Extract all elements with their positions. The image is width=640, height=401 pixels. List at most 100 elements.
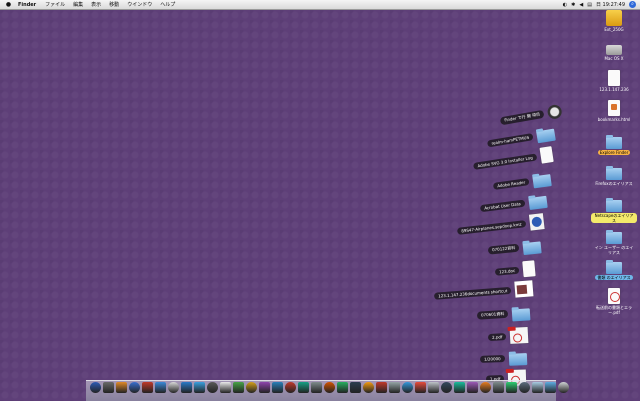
dock-items bbox=[90, 382, 569, 393]
stack-item-label: 89S47-Airplanes.sepdoop.kmz bbox=[457, 219, 527, 235]
dock-app-icon[interactable] bbox=[90, 382, 101, 393]
stack-item-label: 123.doc bbox=[494, 266, 520, 276]
input-menu-icon[interactable]: ▤ bbox=[587, 2, 592, 8]
spotlight-icon[interactable]: ⌕ bbox=[629, 1, 636, 8]
stack-item-label: realm-hamPETMUS bbox=[486, 132, 534, 147]
dock-app-icon[interactable] bbox=[545, 382, 556, 393]
desktop-item-label: Mac OS X bbox=[604, 56, 624, 61]
stack-item[interactable]: Adobe SVG 3.0 Installer Log bbox=[472, 146, 554, 174]
dock-app-icon[interactable] bbox=[259, 382, 270, 393]
dock-app-icon[interactable] bbox=[298, 382, 309, 393]
location-icon bbox=[608, 70, 620, 86]
stack-item[interactable]: 1/20000 bbox=[480, 349, 528, 367]
menu-view[interactable]: 表示 bbox=[91, 1, 101, 8]
dock-app-icon[interactable] bbox=[428, 382, 439, 393]
dock-app-icon[interactable] bbox=[311, 382, 322, 393]
desktop-item[interactable]: Explore Finder bbox=[591, 133, 637, 155]
stack-item[interactable]: 070122資料 bbox=[487, 237, 542, 258]
dock-app-icon[interactable] bbox=[103, 382, 114, 393]
desktop-item-label: 書類 のエイリアス bbox=[595, 275, 633, 280]
dock-app-icon[interactable] bbox=[467, 382, 478, 393]
dock-app-icon[interactable] bbox=[272, 382, 283, 393]
dock-app-icon[interactable] bbox=[454, 382, 465, 393]
folder-icon bbox=[532, 174, 552, 189]
desktop-item[interactable]: bookmarks.html bbox=[591, 100, 637, 122]
dock-app-icon[interactable] bbox=[155, 382, 166, 393]
desktop-item[interactable]: 転送前の書類とエラー.pdf bbox=[591, 288, 637, 315]
stack-item-label: 2.pdf bbox=[487, 332, 507, 341]
stack-item[interactable]: 89S47-Airplanes.sepdoop.kmz bbox=[457, 213, 545, 239]
dock-app-icon[interactable] bbox=[441, 382, 452, 393]
dock-app-icon[interactable] bbox=[337, 382, 348, 393]
app-menu-finder[interactable]: Finder bbox=[18, 2, 36, 8]
dock-app-icon[interactable] bbox=[519, 382, 530, 393]
folder-icon bbox=[606, 135, 622, 149]
dock-app-icon[interactable] bbox=[207, 382, 218, 393]
stack-item[interactable]: 123.1.147.236documents shortcut bbox=[433, 280, 534, 304]
dock-app-icon[interactable] bbox=[181, 382, 192, 393]
dock-app-icon[interactable] bbox=[168, 382, 179, 393]
pdf-document-icon bbox=[608, 288, 620, 304]
dock-app-icon[interactable] bbox=[532, 382, 543, 393]
bluetooth-icon[interactable]: ✱ bbox=[571, 2, 575, 8]
stack-item[interactable]: 2.pdf bbox=[487, 326, 529, 345]
dock-app-icon[interactable] bbox=[324, 382, 335, 393]
stack-item[interactable]: 070601資料 bbox=[476, 304, 531, 323]
dock-app-icon[interactable] bbox=[246, 382, 257, 393]
dock-app-icon[interactable] bbox=[194, 382, 205, 393]
stack-item-label: 123.1.147.236documents shortcut bbox=[433, 286, 512, 300]
desktop-item[interactable]: 書類 のエイリアス bbox=[591, 258, 637, 280]
desktop-item[interactable]: 123.1.147.236 bbox=[591, 70, 637, 92]
menu-window[interactable]: ウインドウ bbox=[127, 1, 152, 8]
open-in-finder-icon bbox=[546, 103, 563, 120]
stack-item[interactable]: 123.doc bbox=[494, 260, 536, 280]
dock-app-icon[interactable] bbox=[558, 382, 569, 393]
folder-icon bbox=[522, 241, 542, 256]
volume-icon[interactable]: ◀ bbox=[579, 2, 583, 8]
stack-item-label: Adobe Reader bbox=[492, 177, 530, 190]
folder-icon bbox=[606, 198, 622, 212]
desktop-item[interactable]: イン ユーザー のエイリアス bbox=[591, 228, 637, 255]
folder-icon bbox=[606, 166, 622, 180]
desktop-item[interactable]: Netscapeのエイリアス bbox=[591, 196, 637, 223]
stack-item[interactable]: Acrobat User Data bbox=[480, 192, 548, 216]
dock-app-icon[interactable] bbox=[233, 382, 244, 393]
menu-go[interactable]: 移動 bbox=[109, 1, 119, 8]
stack-item[interactable]: Adobe Reader bbox=[492, 170, 552, 194]
desktop-item-label: Explore Finder bbox=[597, 150, 631, 155]
folder-icon bbox=[528, 195, 548, 211]
desktop-item-label: 123.1.147.236 bbox=[599, 87, 629, 92]
desktop-item-label: イン ユーザー のエイリアス bbox=[594, 245, 634, 255]
dock-app-icon[interactable] bbox=[363, 382, 374, 393]
dock-app-icon[interactable] bbox=[389, 382, 400, 393]
stack-item-label: 070122資料 bbox=[487, 243, 520, 255]
desktop-item[interactable]: Firefoxのエイリアス bbox=[591, 164, 637, 186]
clock[interactable]: 日 19:27:49 bbox=[596, 1, 625, 8]
dock-app-icon[interactable] bbox=[129, 382, 140, 393]
desktop-item[interactable]: Ext_250G bbox=[591, 10, 637, 32]
dock-app-icon[interactable] bbox=[493, 382, 504, 393]
dock-app-icon[interactable] bbox=[285, 382, 296, 393]
folder-icon bbox=[508, 353, 528, 366]
dock-app-icon[interactable] bbox=[506, 382, 517, 393]
dock-app-icon[interactable] bbox=[376, 382, 387, 393]
desktop-item-label: Firefoxのエイリアス bbox=[595, 181, 633, 186]
desktop-item-label: Netscapeのエイリアス bbox=[591, 213, 637, 223]
stack-item-label: 1/20000 bbox=[480, 354, 506, 363]
apple-menu-icon[interactable]: ● bbox=[4, 1, 13, 8]
desktop-item-label: Ext_250G bbox=[604, 27, 624, 32]
dock-app-icon[interactable] bbox=[480, 382, 491, 393]
dock-app-icon[interactable] bbox=[142, 382, 153, 393]
menu-edit[interactable]: 編集 bbox=[73, 1, 83, 8]
pdf-document-icon bbox=[509, 326, 529, 344]
dock-app-icon[interactable] bbox=[350, 382, 361, 393]
desktop-item[interactable]: Mac OS X bbox=[591, 40, 637, 61]
folder-icon bbox=[606, 260, 622, 274]
menu-file[interactable]: ファイル bbox=[45, 1, 65, 8]
menu-help[interactable]: ヘルプ bbox=[160, 1, 175, 8]
dock-app-icon[interactable] bbox=[220, 382, 231, 393]
sync-icon[interactable]: ◐ bbox=[563, 2, 567, 8]
dock-app-icon[interactable] bbox=[415, 382, 426, 393]
dock-app-icon[interactable] bbox=[402, 382, 413, 393]
dock-app-icon[interactable] bbox=[116, 382, 127, 393]
